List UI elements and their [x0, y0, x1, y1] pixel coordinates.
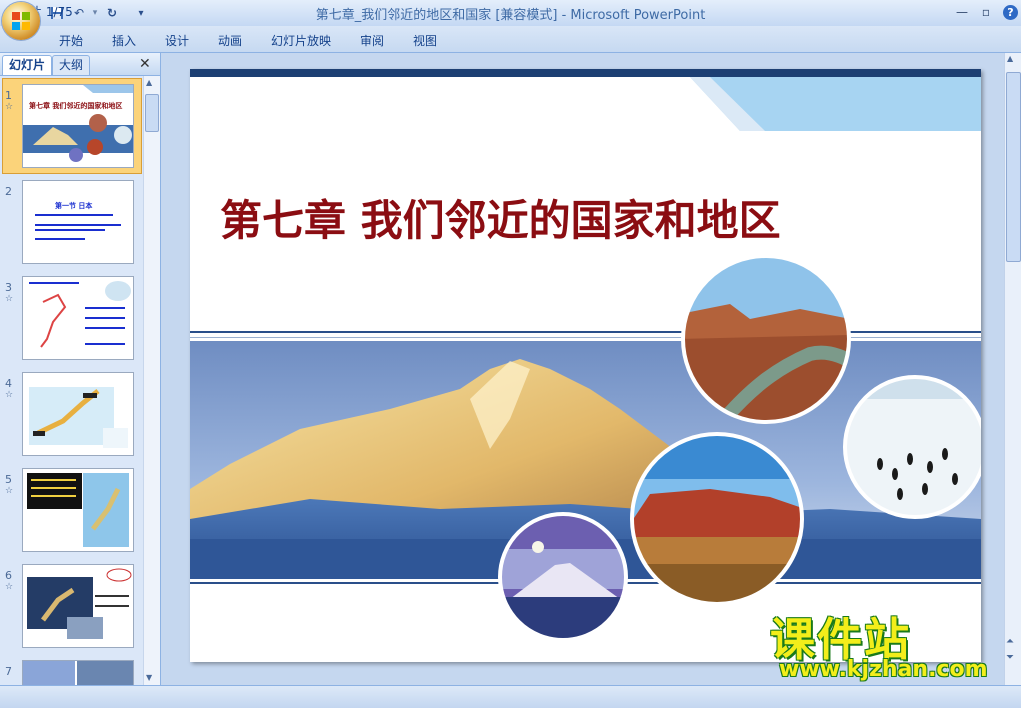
thumbnail-4[interactable]: [22, 372, 134, 456]
editor-scrollbar-thumb[interactable]: [1006, 72, 1021, 262]
thumbnail-7-preview: [23, 661, 133, 686]
help-icon[interactable]: ?: [1003, 5, 1018, 20]
animation-star-icon: ☆: [5, 390, 14, 400]
tab-animations[interactable]: 动画: [218, 32, 242, 49]
thumbnail-1-preview: [23, 85, 133, 167]
animation-star-icon: ☆: [5, 486, 14, 496]
thumbnail-number: 6: [5, 569, 12, 582]
thumbnail-4-preview: [23, 373, 133, 455]
thumbnail-number: 3: [5, 281, 12, 294]
slide-canvas[interactable]: 第七章 我们邻近的国家和地区: [190, 69, 981, 662]
thumbnail-scrollbar-thumb[interactable]: [145, 94, 159, 132]
previous-slide-icon[interactable]: ⏶: [1006, 636, 1014, 647]
tab-insert[interactable]: 插入: [112, 32, 136, 49]
tab-slide-show[interactable]: 幻灯片放映: [271, 32, 331, 49]
tab-slides[interactable]: 幻灯片: [2, 55, 53, 75]
slide-artwork: [190, 69, 981, 642]
slide-title[interactable]: 第七章 我们邻近的国家和地区: [220, 187, 781, 248]
watermark-url: www.kjzhan.com: [779, 657, 988, 682]
office-logo-icon: [12, 12, 30, 30]
thumbnail-title: 第七章 我们邻近的国家和地区: [29, 102, 123, 110]
thumbnail-6[interactable]: [22, 564, 134, 648]
thumbnail-5-preview: [23, 469, 133, 551]
thumbnail-7[interactable]: [22, 660, 134, 687]
tab-review[interactable]: 审阅: [360, 32, 384, 49]
restore-button[interactable]: ▫: [975, 3, 997, 21]
thumbnail-number: 5: [5, 473, 12, 486]
thumbnail-2-text-lines: [35, 214, 121, 240]
scroll-up-icon[interactable]: ▲: [146, 78, 152, 87]
thumbnail-number: 1: [5, 89, 12, 102]
thumbnail-number: 7: [5, 665, 12, 678]
tab-design[interactable]: 设计: [165, 32, 189, 49]
thumbnail-3[interactable]: [22, 276, 134, 360]
animation-star-icon: ☆: [5, 102, 14, 112]
ribbon: [0, 26, 1021, 53]
status-bar: [0, 685, 1021, 708]
thumbnail-number: 2: [5, 185, 12, 198]
thumbnail-5[interactable]: [22, 468, 134, 552]
tab-home[interactable]: 开始: [59, 32, 83, 49]
thumbnail-number: 4: [5, 377, 12, 390]
minimize-button[interactable]: —: [951, 3, 973, 21]
thumbnail-1[interactable]: 第七章 我们邻近的国家和地区: [22, 84, 134, 168]
thumbnail-3-preview: [23, 277, 133, 359]
office-button[interactable]: [2, 2, 40, 40]
thumbnail-scrollbar[interactable]: [143, 76, 160, 685]
editor-scroll-up-icon[interactable]: ▲: [1007, 54, 1013, 63]
thumbnail-6-preview: [23, 565, 133, 647]
animation-star-icon: ☆: [5, 582, 14, 592]
tab-outline[interactable]: 大纲: [52, 55, 91, 75]
window-title: 第七章_我们邻近的地区和国家 [兼容模式] - Microsoft PowerP…: [315, 8, 706, 23]
tab-view[interactable]: 视图: [413, 32, 437, 49]
scroll-down-icon[interactable]: ▼: [146, 673, 152, 682]
thumbnail-2[interactable]: 第一节 日本: [22, 180, 134, 264]
next-slide-icon[interactable]: ⏷: [1006, 652, 1014, 663]
pane-close-icon[interactable]: ✕: [139, 56, 151, 72]
animation-star-icon: ☆: [5, 294, 14, 304]
